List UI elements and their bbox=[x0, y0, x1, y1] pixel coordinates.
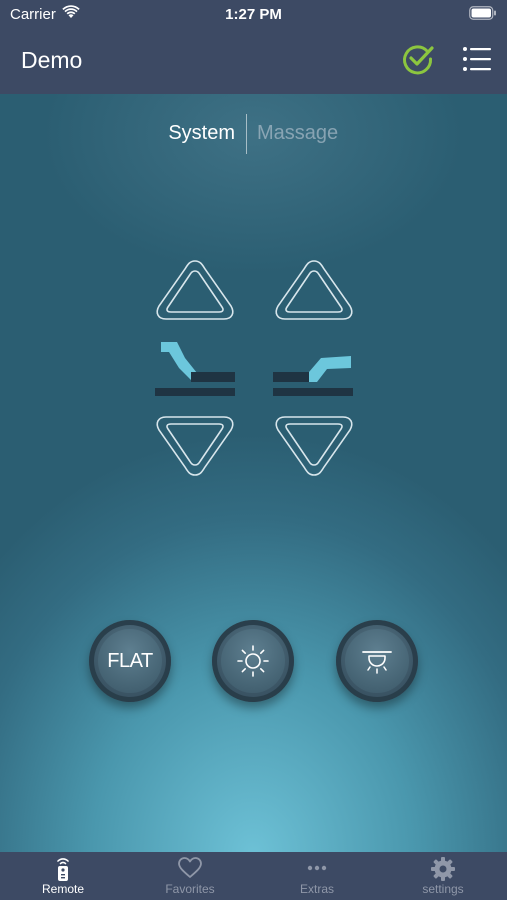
foot-up-button[interactable] bbox=[273, 258, 355, 327]
sun-icon bbox=[237, 645, 269, 677]
tab-remote[interactable]: Remote bbox=[0, 852, 126, 900]
underbed-light-icon bbox=[362, 651, 392, 674]
segment-system[interactable]: System bbox=[168, 122, 235, 145]
flat-button[interactable]: FLAT bbox=[89, 620, 171, 702]
underbed-light-button[interactable] bbox=[336, 620, 418, 702]
tab-remote-label: Remote bbox=[41, 882, 85, 896]
tab-settings[interactable]: settings bbox=[380, 852, 506, 900]
tab-extras[interactable]: Extras bbox=[254, 852, 380, 900]
top-bar: Carrier 1:27 PM Demo bbox=[0, 0, 507, 94]
status-time: 1:27 PM bbox=[225, 6, 282, 23]
head-down-button[interactable] bbox=[154, 414, 236, 483]
heart-icon bbox=[177, 856, 203, 885]
segment-divider bbox=[246, 114, 247, 154]
bed-head-icon bbox=[155, 340, 237, 405]
segment-massage[interactable]: Massage bbox=[257, 122, 338, 145]
tab-extras-label: Extras bbox=[299, 882, 334, 896]
underbed-light-button-face bbox=[345, 629, 409, 693]
flat-label: FLAT bbox=[107, 649, 153, 672]
light-button[interactable] bbox=[212, 620, 294, 702]
flat-button-face: FLAT bbox=[98, 629, 162, 693]
foot-down-button[interactable] bbox=[273, 414, 355, 483]
triangle-down-icon bbox=[156, 416, 234, 476]
tab-bar: Remote Favorites Extras settings bbox=[0, 852, 507, 900]
triangle-up-icon bbox=[275, 260, 353, 320]
tab-favorites[interactable]: Favorites bbox=[127, 852, 253, 900]
triangle-down-icon bbox=[275, 416, 353, 476]
bed-foot-icon bbox=[273, 352, 355, 405]
page-title: Demo bbox=[21, 47, 83, 73]
tab-favorites-label: Favorites bbox=[165, 882, 215, 896]
battery-icon bbox=[469, 6, 497, 24]
ellipsis-icon bbox=[305, 856, 329, 885]
head-up-button[interactable] bbox=[154, 258, 236, 327]
triangle-up-icon bbox=[156, 260, 234, 320]
list-icon[interactable] bbox=[462, 46, 492, 77]
status-bar: Carrier 1:27 PM bbox=[0, 0, 507, 30]
remote-panel: System Massage FLAT bbox=[0, 94, 507, 852]
check-circle-icon[interactable] bbox=[401, 42, 435, 81]
segment-control: System Massage bbox=[0, 114, 507, 154]
tab-settings-label: settings bbox=[422, 882, 464, 896]
light-button-face bbox=[221, 629, 285, 693]
